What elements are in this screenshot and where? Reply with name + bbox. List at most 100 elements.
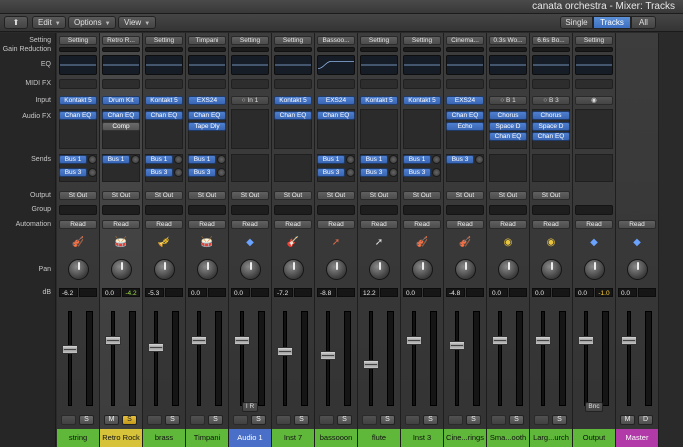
volume-fader-handle[interactable] <box>363 360 379 370</box>
pan-knob[interactable] <box>541 259 562 280</box>
track-name[interactable]: Sma...ooth <box>487 429 529 447</box>
volume-fader-handle[interactable] <box>578 335 594 345</box>
volume-readout[interactable]: 0.0 <box>102 288 121 297</box>
mute-button[interactable] <box>448 415 463 425</box>
audio-fx-area[interactable] <box>575 109 613 149</box>
volume-fader-track[interactable] <box>584 311 588 406</box>
extra-button[interactable]: Bnc <box>585 402 603 412</box>
eq-thumbnail[interactable] <box>446 55 484 75</box>
audio-fx-slot[interactable]: Chan EQ <box>59 111 97 120</box>
input-slot[interactable]: EXS24 <box>446 96 484 105</box>
volume-fader-track[interactable] <box>283 311 287 406</box>
send-slot[interactable]: Bus 1 <box>360 155 388 164</box>
audio-fx-slot[interactable]: Comp <box>102 121 140 131</box>
view-single-button[interactable]: Single <box>560 16 593 29</box>
automation-mode-button[interactable]: Read <box>317 220 355 229</box>
audio-fx-slot[interactable]: Chan EQ <box>317 111 355 120</box>
send-level-knob[interactable] <box>88 155 97 164</box>
audio-fx-slot[interactable]: Chorus <box>489 111 527 120</box>
track-name[interactable]: Inst 7 <box>272 429 314 447</box>
track-name[interactable]: Inst 3 <box>401 429 443 447</box>
volume-fader-track[interactable] <box>627 311 631 406</box>
group-slot[interactable] <box>188 205 226 215</box>
brass-icon[interactable]: 🎺 <box>156 236 172 250</box>
send-level-knob[interactable] <box>432 168 441 177</box>
volume-fader-track[interactable] <box>240 311 244 406</box>
automation-mode-button[interactable]: Read <box>360 220 398 229</box>
input-slot[interactable]: EXS24 <box>188 96 226 105</box>
volume-fader-track[interactable] <box>68 311 72 406</box>
strings-icon[interactable]: 🎻 <box>414 236 430 250</box>
setting-button[interactable]: 0.3s Wo... <box>489 36 527 45</box>
automation-mode-button[interactable]: Read <box>618 220 656 229</box>
automation-mode-button[interactable]: Read <box>102 220 140 229</box>
send-level-knob[interactable] <box>88 168 97 177</box>
audio-fx-slot[interactable]: Chorus <box>532 111 570 120</box>
waveform-icon[interactable]: ◆ <box>242 236 258 250</box>
input-slot[interactable]: Kontakt 5 <box>59 96 97 105</box>
volume-readout[interactable]: -6.2 <box>59 288 78 297</box>
automation-mode-button[interactable]: Read <box>274 220 312 229</box>
output-slot[interactable]: St Out <box>145 191 183 200</box>
volume-readout[interactable]: -7.2 <box>274 288 293 297</box>
audio-fx-slot[interactable]: Chan EQ <box>102 111 140 120</box>
volume-readout[interactable]: 0.0 <box>532 288 551 297</box>
solo-button[interactable]: D <box>638 415 653 425</box>
midi-fx-slot[interactable] <box>360 79 398 89</box>
audio-fx-slot[interactable]: Space D <box>489 121 527 131</box>
solo-button[interactable]: S <box>380 415 395 425</box>
volume-readout[interactable]: 0.0 <box>403 288 422 297</box>
volume-fader-handle[interactable] <box>62 345 78 355</box>
volume-fader-track[interactable] <box>412 311 416 406</box>
mute-button[interactable] <box>362 415 377 425</box>
setting-button[interactable]: Setting <box>145 36 183 45</box>
track-name[interactable]: bassooon <box>315 429 357 447</box>
eq-thumbnail[interactable] <box>231 55 269 75</box>
setting-button[interactable]: Setting <box>59 36 97 45</box>
solo-button[interactable]: S <box>509 415 524 425</box>
automation-mode-button[interactable]: Read <box>188 220 226 229</box>
options-menu-button[interactable]: Options ▼ <box>68 16 116 29</box>
input-slot[interactable]: Kontakt 5 <box>403 96 441 105</box>
audio-fx-slot[interactable]: Chan EQ <box>532 132 570 141</box>
pan-knob[interactable] <box>455 259 476 280</box>
bassoon-icon[interactable]: ➚ <box>328 236 344 250</box>
automation-mode-button[interactable]: Read <box>231 220 269 229</box>
output-slot[interactable]: St Out <box>231 191 269 200</box>
audio-fx-area[interactable] <box>360 109 398 149</box>
midi-fx-slot[interactable] <box>446 79 484 89</box>
input-slot[interactable]: Kontakt 5 <box>360 96 398 105</box>
pan-knob[interactable] <box>627 259 648 280</box>
track-name[interactable]: Audio 1 <box>229 429 271 447</box>
volume-readout[interactable]: 0.0 <box>231 288 250 297</box>
eq-thumbnail[interactable] <box>102 55 140 75</box>
midi-fx-slot[interactable] <box>317 79 355 89</box>
send-slot[interactable]: Bus 3 <box>188 168 216 177</box>
automation-mode-button[interactable]: Read <box>145 220 183 229</box>
setting-button[interactable]: Cinema... <box>446 36 484 45</box>
setting-button[interactable]: Setting <box>575 36 613 45</box>
audio-fx-slot[interactable]: Chan EQ <box>145 111 183 120</box>
track-name[interactable]: Master <box>616 429 658 447</box>
output-slot[interactable]: St Out <box>532 191 570 200</box>
group-slot[interactable] <box>317 205 355 215</box>
mute-button[interactable] <box>233 415 248 425</box>
pan-knob[interactable] <box>369 259 390 280</box>
output-slot[interactable]: St Out <box>59 191 97 200</box>
group-slot[interactable] <box>102 205 140 215</box>
volume-fader-handle[interactable] <box>492 335 508 345</box>
track-name[interactable]: Retro Rock <box>100 429 142 447</box>
send-slot[interactable]: Bus 1 <box>317 155 345 164</box>
pan-knob[interactable] <box>240 259 261 280</box>
group-slot[interactable] <box>489 205 527 215</box>
send-level-knob[interactable] <box>389 168 398 177</box>
sends-area[interactable] <box>532 154 570 182</box>
eq-thumbnail[interactable] <box>360 55 398 75</box>
volume-fader-handle[interactable] <box>105 335 121 345</box>
volume-fader-track[interactable] <box>111 311 115 406</box>
volume-fader-track[interactable] <box>455 311 459 406</box>
volume-readout[interactable]: 0.0 <box>489 288 508 297</box>
output-slot[interactable]: St Out <box>102 191 140 200</box>
group-slot[interactable] <box>360 205 398 215</box>
edit-menu-button[interactable]: Edit ▼ <box>32 16 66 29</box>
